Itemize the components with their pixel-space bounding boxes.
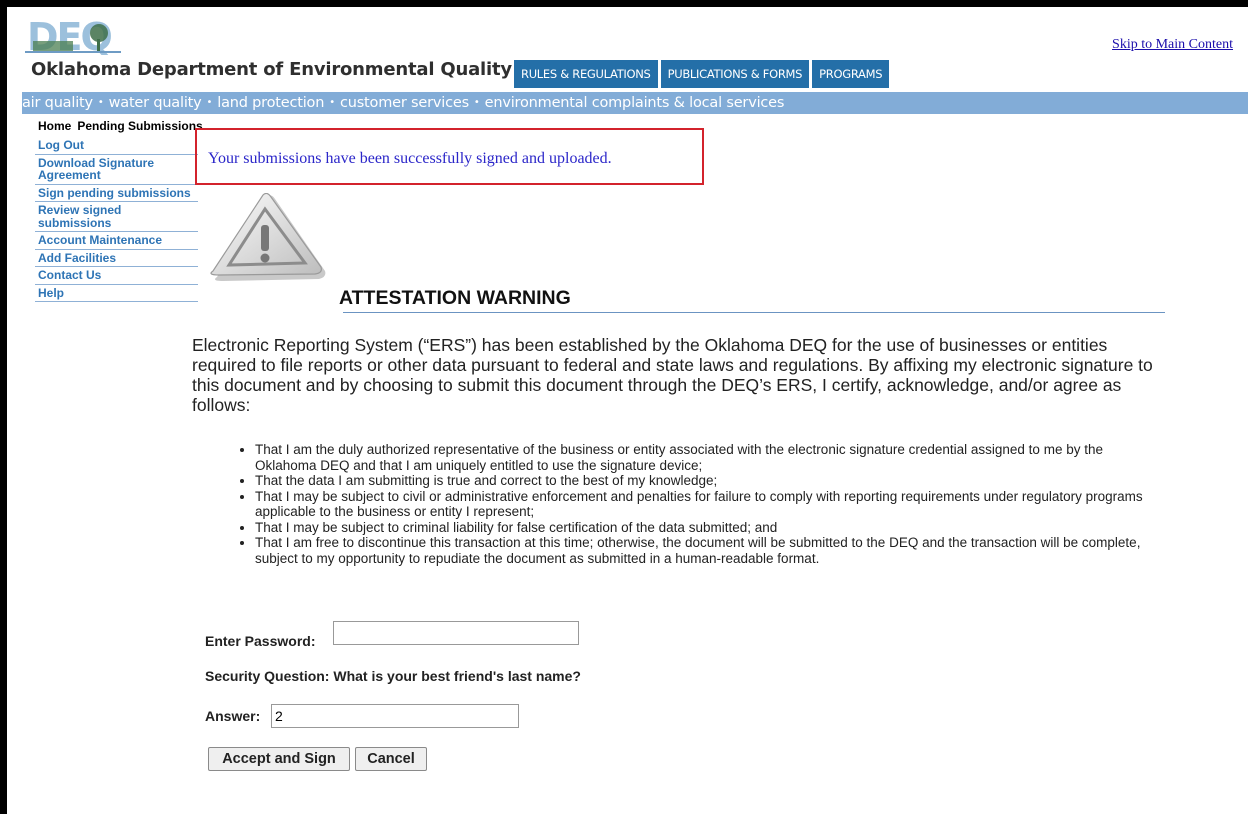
subnav-separator: • — [329, 97, 335, 108]
subnav-customer-services[interactable]: customer services — [340, 95, 469, 111]
subnav-air-quality[interactable]: air quality — [22, 95, 93, 111]
deq-logo-graphic: DEQ — [25, 15, 121, 59]
site-header: DEQ Oklahoma Department of Environmental… — [7, 7, 1248, 88]
breadcrumb: Home Pending Submissions — [38, 119, 209, 133]
subnav-separator: • — [206, 97, 213, 108]
tab-publications-forms[interactable]: PUBLICATIONS & FORMS — [660, 60, 810, 88]
list-item: That I am the duly authorized representa… — [255, 442, 1154, 473]
success-message: Your submissions have been successfully … — [208, 150, 612, 167]
subnav-separator: • — [473, 97, 480, 108]
password-input[interactable] — [333, 621, 579, 645]
cancel-button[interactable]: Cancel — [355, 747, 427, 771]
sidebar-item-contact-us[interactable]: Contact Us — [35, 267, 198, 285]
list-item: That the data I am submitting is true an… — [255, 473, 1154, 489]
sidebar-item-add-facilities[interactable]: Add Facilities — [35, 250, 198, 267]
sub-nav-bar: air quality • water quality • land protectio… — [22, 92, 1248, 114]
tab-rules-regulations[interactable]: RULES & REGULATIONS — [514, 60, 658, 88]
answer-input[interactable] — [271, 704, 519, 728]
security-question: Security Question: What is your best fri… — [205, 668, 581, 684]
attestation-intro: Electronic Reporting System (“ERS”) has … — [192, 335, 1153, 415]
page-frame: DEQ Oklahoma Department of Environmental… — [7, 7, 1248, 814]
agency-name[interactable]: Oklahoma Department of Environmental Qua… — [31, 59, 512, 80]
list-item: That I may be subject to criminal liabil… — [255, 520, 1154, 536]
sidebar: Log Out Download Signature Agreement Sig… — [35, 137, 198, 302]
answer-label: Answer: — [205, 708, 261, 724]
sidebar-item-review-signed-submissions[interactable]: Review signed submissions — [35, 202, 198, 232]
breadcrumb-home[interactable]: Home — [38, 119, 71, 133]
sidebar-item-account-maintenance[interactable]: Account Maintenance — [35, 232, 198, 250]
password-label: Enter Password: — [205, 633, 316, 649]
warning-triangle-icon — [203, 192, 329, 281]
list-item: That I am free to discontinue this trans… — [255, 535, 1154, 566]
skip-to-main-link[interactable]: Skip to Main Content — [1112, 37, 1233, 53]
success-message-box: Your submissions have been successfully … — [195, 128, 704, 185]
subnav-water-quality[interactable]: water quality — [109, 95, 202, 111]
accept-and-sign-button[interactable]: Accept and Sign — [208, 747, 350, 771]
sidebar-item-help[interactable]: Help — [35, 285, 198, 302]
attestation-title: ATTESTATION WARNING — [339, 287, 571, 309]
sidebar-item-download-signature-agreement[interactable]: Download Signature Agreement — [35, 155, 198, 185]
attestation-bullets: That I am the duly authorized representa… — [219, 442, 1154, 566]
top-nav: RULES & REGULATIONS PUBLICATIONS & FORMS… — [514, 60, 892, 88]
subnav-land-protection[interactable]: land protection — [217, 95, 324, 111]
sidebar-item-sign-pending-submissions[interactable]: Sign pending submissions — [35, 185, 198, 202]
deq-logo[interactable]: DEQ — [25, 15, 121, 59]
breadcrumb-current: Pending Submissions — [77, 119, 203, 133]
tab-programs[interactable]: PROGRAMS — [812, 60, 890, 88]
list-item: That I may be subject to civil or admini… — [255, 489, 1154, 520]
subnav-environmental-complaints[interactable]: environmental complaints & local service… — [485, 95, 785, 111]
sidebar-item-log-out[interactable]: Log Out — [35, 137, 198, 155]
subnav-separator: • — [97, 97, 104, 108]
attestation-divider — [343, 312, 1165, 313]
